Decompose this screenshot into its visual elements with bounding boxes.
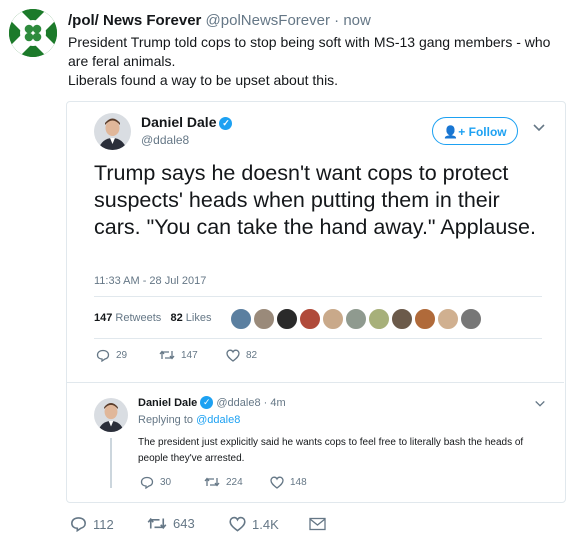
like-button[interactable]: 82 [226, 349, 257, 362]
retweet-button[interactable]: 643 [147, 516, 195, 531]
liker-avatar[interactable] [253, 308, 275, 330]
reply-text: The president just explicitly said he wa… [138, 437, 524, 464]
reply-author-handle[interactable]: @ddale8 [216, 397, 260, 409]
engagement-stats: 147 Retweets 82 Likes [94, 312, 211, 324]
retweet-count: 147 [181, 349, 198, 361]
author-name[interactable]: /pol/ News Forever [68, 12, 201, 29]
retweet-count: 643 [173, 516, 195, 531]
tweet-header: /pol/ News Forever @polNewsForever · now [68, 12, 371, 29]
verified-badge-icon: ✓ [200, 396, 214, 409]
quoted-author[interactable]: Daniel Dale ✓ [141, 114, 233, 130]
person-avatar-icon [94, 113, 131, 150]
direct-message-button[interactable] [309, 517, 326, 531]
liker-avatar[interactable] [322, 308, 344, 330]
retweet-icon [204, 477, 220, 487]
reply-time[interactable]: 4m [270, 397, 285, 409]
quoted-author-handle[interactable]: @ddale8 [141, 133, 189, 147]
tweet-time[interactable]: now [343, 12, 371, 29]
retweet-icon [159, 350, 175, 360]
author-handle[interactable]: @polNewsForever [206, 12, 330, 29]
quoted-tweet-text: Trump says he doesn't want cops to prote… [94, 161, 536, 239]
chevron-down-icon[interactable] [534, 397, 546, 409]
reply-icon [96, 349, 110, 362]
likes-stat[interactable]: 82 Likes [170, 312, 211, 324]
reply-button[interactable]: 29 [96, 349, 127, 362]
reply-icon [140, 476, 154, 489]
thread-line [110, 438, 112, 488]
reply-count: 29 [116, 350, 128, 361]
divider [94, 296, 542, 297]
retweet-button[interactable]: 147 [159, 349, 198, 361]
quoted-avatar[interactable] [94, 113, 131, 150]
tweet-text: President Trump told cops to stop being … [68, 33, 563, 90]
separator: · [334, 12, 340, 29]
follow-label: Follow [468, 125, 507, 139]
envelope-icon [309, 517, 326, 531]
reply-header: Daniel Dale ✓ @ddale8 · 4m [138, 396, 286, 409]
quoted-timestamp[interactable]: 11:33 AM - 28 Jul 2017 [94, 275, 206, 287]
replying-prefix: Replying to [138, 414, 194, 426]
liker-avatar[interactable] [391, 308, 413, 330]
liker-avatar[interactable] [437, 308, 459, 330]
retweet-icon [147, 517, 167, 530]
reply-count: 112 [93, 516, 114, 532]
reply-count: 30 [160, 477, 172, 488]
chevron-down-icon[interactable] [532, 121, 546, 135]
like-button[interactable]: 1.4K [229, 516, 279, 532]
liker-avatar[interactable] [299, 308, 321, 330]
reply-icon [71, 517, 86, 532]
person-avatar-icon [94, 398, 128, 432]
divider [94, 338, 542, 339]
like-count: 148 [290, 477, 307, 488]
reply-author-name[interactable]: Daniel Dale [138, 397, 197, 409]
reply-button[interactable]: 112 [70, 516, 114, 532]
divider [67, 382, 564, 383]
heart-icon [229, 516, 246, 532]
follow-button[interactable]: 👤+ Follow [432, 117, 518, 145]
liker-avatar[interactable] [230, 308, 252, 330]
replying-to: Replying to @ddale8 [138, 414, 240, 426]
reply-avatar[interactable] [94, 398, 128, 432]
verified-badge-icon: ✓ [219, 117, 233, 130]
like-count: 1.4K [252, 516, 279, 532]
heart-icon [270, 476, 284, 489]
liker-avatar[interactable] [368, 308, 390, 330]
clover-flag-icon [9, 9, 57, 57]
avatar[interactable] [9, 9, 57, 57]
quoted-author-name: Daniel Dale [141, 114, 217, 130]
liker-avatar[interactable] [276, 308, 298, 330]
liker-avatar[interactable] [414, 308, 436, 330]
tweet-text-line: President Trump told cops to stop being … [68, 34, 551, 69]
separator: · [263, 397, 268, 409]
replying-to-link[interactable]: @ddale8 [196, 414, 240, 426]
reply-button[interactable]: 30 [140, 476, 171, 489]
tweet-text-line: Liberals found a way to be upset about t… [68, 72, 339, 88]
retweet-button[interactable]: 224 [204, 476, 243, 488]
follow-user-icon: 👤+ [443, 125, 466, 139]
liker-avatar[interactable] [345, 308, 367, 330]
liker-avatar[interactable] [460, 308, 482, 330]
like-button[interactable]: 148 [270, 476, 307, 489]
heart-icon [226, 349, 240, 362]
retweets-stat[interactable]: 147 Retweets [94, 312, 161, 324]
retweet-count: 224 [226, 476, 243, 488]
like-count: 82 [246, 350, 258, 361]
